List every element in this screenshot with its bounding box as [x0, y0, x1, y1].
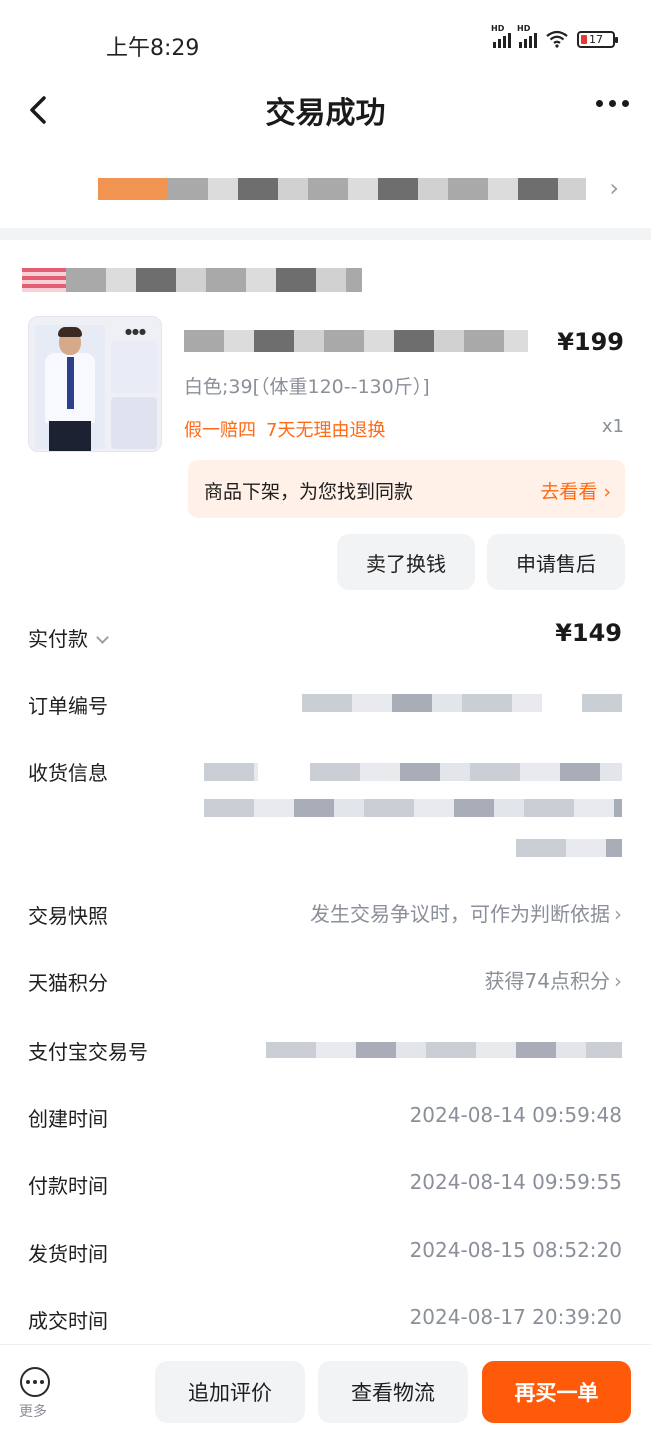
- status-icons: HD HD 17: [491, 24, 618, 48]
- snapshot-value: 发生交易争议时，可作为判断依据: [310, 902, 610, 926]
- paid-amount-value: ¥149: [555, 619, 622, 647]
- redacted-text: [302, 694, 542, 712]
- page-title: 交易成功: [265, 96, 386, 131]
- redacted-text: [516, 839, 622, 857]
- view-logistics-button[interactable]: 查看物流: [318, 1361, 468, 1423]
- snapshot-label: 交易快照: [28, 904, 108, 928]
- points-label: 天猫积分: [28, 971, 108, 995]
- redacted-text: [266, 1042, 622, 1058]
- promo-tag: 假一赔四: [184, 420, 256, 441]
- product-promos: 假一赔四 7天无理由退换: [184, 416, 385, 442]
- product-price: ¥199: [557, 328, 624, 356]
- shipping-info-row: 收货信息: [28, 757, 622, 867]
- shipped-time-label: 发货时间: [28, 1242, 108, 1266]
- redacted-text: [66, 268, 362, 292]
- chevron-right-icon: ›: [609, 174, 619, 202]
- order-number-label: 订单编号: [28, 694, 108, 718]
- alipay-number-label: 支付宝交易号: [28, 1040, 148, 1064]
- created-time-value: 2024-08-14 09:59:48: [409, 1103, 622, 1127]
- status-time: 上午8:29: [106, 36, 200, 61]
- paid-amount-row[interactable]: 实付款 ¥149: [28, 619, 622, 657]
- wifi-icon: [546, 30, 568, 48]
- battery-icon: 17: [577, 30, 618, 48]
- after-sale-button[interactable]: 申请售后: [487, 534, 625, 590]
- similar-item-banner[interactable]: 商品下架，为您找到同款 去看看 ›: [188, 460, 625, 518]
- more-label[interactable]: 更多: [19, 1401, 47, 1421]
- product-image[interactable]: ●●●: [28, 316, 162, 452]
- redacted-text: [98, 178, 168, 200]
- add-review-button[interactable]: 追加评价: [155, 1361, 305, 1423]
- shop-logo: [22, 268, 66, 292]
- created-time-row: 创建时间 2024-08-14 09:59:48: [28, 1103, 622, 1137]
- chevron-right-icon: ›: [614, 969, 622, 993]
- points-value: 获得74点积分: [484, 969, 610, 993]
- deal-time-row: 成交时间 2024-08-17 20:39:20: [28, 1305, 622, 1339]
- logistics-notice[interactable]: ›: [0, 160, 651, 220]
- alipay-number-row: 支付宝交易号: [28, 1036, 622, 1070]
- shipped-time-value: 2024-08-15 08:52:20: [409, 1238, 622, 1262]
- product-title-redacted: [184, 330, 528, 352]
- similar-item-text: 商品下架，为您找到同款: [204, 481, 414, 503]
- shipping-info-label: 收货信息: [28, 761, 108, 785]
- shipped-time-row: 发货时间 2024-08-15 08:52:20: [28, 1238, 622, 1272]
- points-row[interactable]: 天猫积分 获得74点积分 ›: [28, 967, 622, 1001]
- paid-time-row: 付款时间 2024-08-14 09:59:55: [28, 1170, 622, 1204]
- more-icon[interactable]: [20, 1367, 50, 1397]
- similar-item-link[interactable]: 去看看 ›: [540, 477, 611, 504]
- chevron-right-icon: ›: [614, 902, 622, 926]
- paid-time-label: 付款时间: [28, 1174, 108, 1198]
- promo-tag: 7天无理由退换: [266, 420, 386, 441]
- more-options-icon[interactable]: [596, 100, 629, 107]
- signal-icon: HD: [517, 24, 537, 48]
- signal-icon: HD: [491, 24, 511, 48]
- created-time-label: 创建时间: [28, 1107, 108, 1131]
- redacted-text: [168, 178, 586, 200]
- chevron-down-icon: [96, 631, 109, 644]
- redacted-text: [204, 799, 622, 817]
- bottom-action-bar: 更多 追加评价 查看物流 再买一单: [0, 1344, 651, 1447]
- rebuy-button[interactable]: 再买一单: [482, 1361, 631, 1423]
- nav-bar: 交易成功: [0, 78, 651, 140]
- redacted-text: [310, 763, 622, 781]
- sell-button[interactable]: 卖了换钱: [337, 534, 475, 590]
- section-divider: [0, 228, 651, 240]
- shop-name[interactable]: [22, 268, 362, 294]
- paid-amount-label: 实付款: [28, 627, 88, 651]
- redacted-text: [582, 694, 622, 712]
- status-bar: 上午8:29 HD HD 17: [0, 0, 651, 88]
- redacted-text: [204, 763, 258, 781]
- product-quantity: x1: [601, 416, 624, 437]
- order-number-row: 订单编号: [28, 690, 622, 724]
- snapshot-row[interactable]: 交易快照 发生交易争议时，可作为判断依据 ›: [28, 900, 622, 934]
- deal-time-value: 2024-08-17 20:39:20: [409, 1305, 622, 1329]
- paid-time-value: 2024-08-14 09:59:55: [409, 1170, 622, 1194]
- product-card[interactable]: ●●● ¥199 白色;39[（体重120--130斤）] 假一赔四 7天无理由退…: [28, 316, 628, 456]
- product-sku: 白色;39[（体重120--130斤）]: [184, 376, 430, 398]
- deal-time-label: 成交时间: [28, 1309, 108, 1333]
